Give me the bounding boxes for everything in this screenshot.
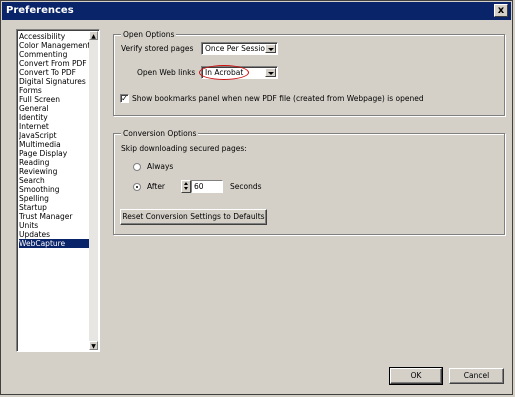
skip-secured-pages-label: Skip downloading secured pages: xyxy=(121,144,247,153)
always-radio[interactable] xyxy=(133,163,141,171)
close-icon: x xyxy=(497,5,505,16)
sidebar-item-identity[interactable]: Identity xyxy=(19,113,89,122)
checkmark-icon: ✓ xyxy=(121,94,128,103)
scroll-up-icon[interactable]: ▲ xyxy=(89,31,98,40)
conversion-options-title: Conversion Options xyxy=(121,128,199,139)
sidebar-item-multimedia[interactable]: Multimedia xyxy=(19,140,89,149)
categories-scrollbar[interactable]: ▲ ▼ xyxy=(89,31,98,350)
sidebar-item-full-screen[interactable]: Full Screen xyxy=(19,95,89,104)
open-options-title: Open Options xyxy=(121,29,177,40)
show-bookmarks-checkbox[interactable]: ✓ xyxy=(120,94,129,103)
sidebar-item-commenting[interactable]: Commenting xyxy=(19,50,89,59)
window-title: Preferences xyxy=(6,5,74,16)
cancel-button[interactable]: Cancel xyxy=(449,368,504,384)
ok-button[interactable]: OK xyxy=(389,367,443,385)
sidebar-item-forms[interactable]: Forms xyxy=(19,86,89,95)
verify-stored-pages-label: Verify stored pages xyxy=(121,44,194,53)
sidebar-item-search[interactable]: Search xyxy=(19,176,89,185)
highlight-ellipse xyxy=(199,65,249,80)
sidebar-item-spelling[interactable]: Spelling xyxy=(19,194,89,203)
reset-conversion-settings-button[interactable]: Reset Conversion Settings to Defaults xyxy=(120,209,267,225)
sidebar-item-internet[interactable]: Internet xyxy=(19,122,89,131)
scroll-down-icon[interactable]: ▼ xyxy=(89,341,98,350)
chevron-down-icon[interactable] xyxy=(265,44,276,53)
seconds-spinner[interactable] xyxy=(181,180,191,193)
show-bookmarks-label: Show bookmarks panel when new PDF file (… xyxy=(132,94,424,103)
after-label: After xyxy=(147,182,166,191)
title-bar: Preferences x xyxy=(2,2,511,20)
spin-down-icon[interactable] xyxy=(184,187,188,190)
sidebar-item-javascript[interactable]: JavaScript xyxy=(19,131,89,140)
sidebar-item-accessibility[interactable]: Accessibility xyxy=(19,32,89,41)
verify-stored-pages-select[interactable]: Once Per Session xyxy=(201,42,278,55)
always-label: Always xyxy=(147,162,174,171)
sidebar-item-reviewing[interactable]: Reviewing xyxy=(19,167,89,176)
categories-list[interactable]: WebCapture Updates Units Trust Manager Start… xyxy=(16,29,100,352)
preferences-dialog: Preferences x WebCapture Updates Units Trus… xyxy=(0,0,513,395)
sidebar-item-reading[interactable]: Reading xyxy=(19,158,89,167)
sidebar-item-page-display[interactable]: Page Display xyxy=(19,149,89,158)
seconds-label: Seconds xyxy=(230,182,262,191)
open-web-links-label: Open Web links xyxy=(137,68,196,77)
sidebar-item-digital-signatures[interactable]: Digital Signatures xyxy=(19,77,89,86)
sidebar-item-convert-from-pdf[interactable]: Convert From PDF xyxy=(19,59,89,68)
spin-up-icon[interactable] xyxy=(184,182,188,185)
sidebar-item-webcapture[interactable]: WebCapture xyxy=(19,239,89,248)
verify-stored-pages-value: Once Per Session xyxy=(205,44,270,53)
sidebar-item-convert-to-pdf[interactable]: Convert To PDF xyxy=(19,68,89,77)
sidebar-item-updates[interactable]: Updates xyxy=(19,230,89,239)
sidebar-item-startup[interactable]: Startup xyxy=(19,203,89,212)
sidebar-item-general[interactable]: General xyxy=(19,104,89,113)
sidebar-item-smoothing[interactable]: Smoothing xyxy=(19,185,89,194)
sidebar-item-color-management[interactable]: Color Management xyxy=(19,41,89,50)
after-seconds-input[interactable]: 60 xyxy=(191,180,223,193)
sidebar-item-units[interactable]: Units xyxy=(19,221,89,230)
sidebar-item-trust-manager[interactable]: Trust Manager xyxy=(19,212,89,221)
after-radio[interactable] xyxy=(133,183,141,191)
close-button[interactable]: x xyxy=(494,4,508,17)
chevron-down-icon[interactable] xyxy=(265,68,276,77)
